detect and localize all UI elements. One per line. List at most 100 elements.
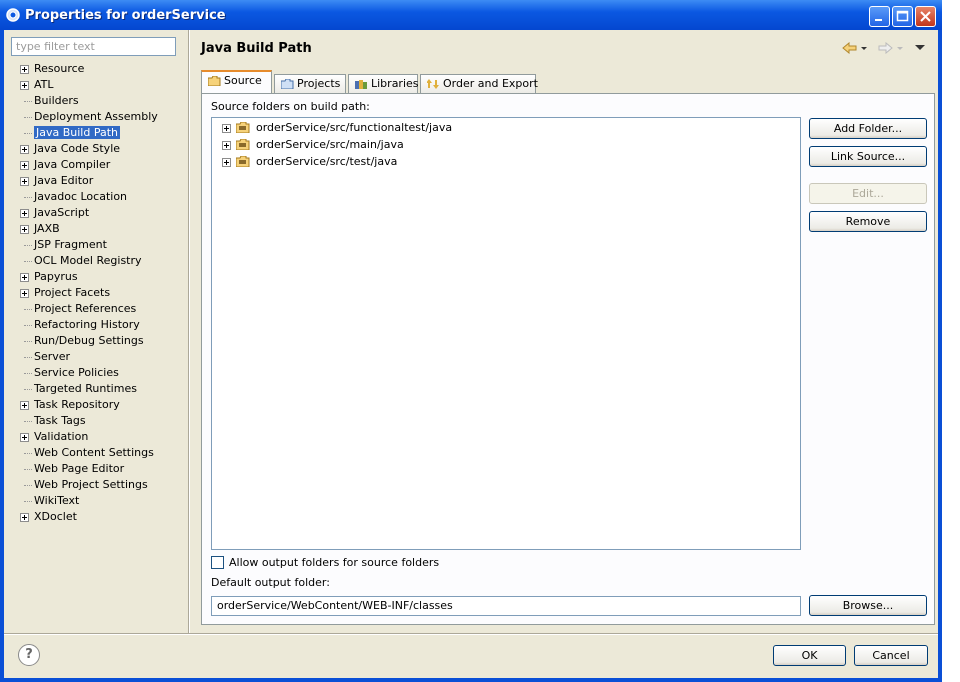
tree-item-label: Web Project Settings	[34, 478, 148, 491]
tree-item-java-build-path[interactable]: Java Build Path	[10, 125, 188, 141]
tree-item-label: Project Facets	[34, 286, 111, 299]
tree-item-builders[interactable]: Builders	[10, 93, 188, 109]
tree-item-label: Validation	[34, 430, 89, 443]
tree-item-refactoring-history[interactable]: Refactoring History	[10, 317, 188, 333]
tree-item-java-editor[interactable]: Java Editor	[10, 173, 188, 189]
tree-item-atl[interactable]: ATL	[10, 77, 188, 93]
add-folder-button[interactable]: Add Folder...	[809, 118, 927, 139]
ok-button[interactable]: OK	[773, 645, 846, 666]
edit-button[interactable]: Edit...	[809, 183, 927, 204]
folder-icon	[208, 76, 221, 86]
expand-plus-icon[interactable]	[222, 124, 231, 133]
tree-item-label: Resource	[34, 62, 85, 75]
tree-connector-line	[24, 197, 32, 198]
close-icon	[920, 11, 931, 22]
tree-item-javadoc-location[interactable]: Javadoc Location	[10, 189, 188, 205]
tree-connector-line	[24, 261, 32, 262]
cancel-button[interactable]: Cancel	[854, 645, 928, 666]
tree-item-jsp-fragment[interactable]: JSP Fragment	[10, 237, 188, 253]
tree-item-label: Service Policies	[34, 366, 119, 379]
tree-item-label: Project References	[34, 302, 137, 315]
expand-plus-icon[interactable]	[20, 401, 29, 410]
expand-plus-icon[interactable]	[20, 177, 29, 186]
source-folder-path: orderService/src/functionaltest/java	[256, 121, 453, 134]
allow-output-folders-checkbox[interactable]	[211, 556, 224, 569]
expand-plus-icon[interactable]	[20, 145, 29, 154]
tree-item-task-tags[interactable]: Task Tags	[10, 413, 188, 429]
tab-order-and-export[interactable]: Order and Export	[420, 74, 538, 93]
tree-item-targeted-runtimes[interactable]: Targeted Runtimes	[10, 381, 188, 397]
expand-plus-icon[interactable]	[222, 158, 231, 167]
sash[interactable]	[188, 30, 190, 633]
close-button[interactable]	[915, 6, 936, 27]
tree-item-project-references[interactable]: Project References	[10, 301, 188, 317]
source-folder-row[interactable]: orderService/src/functionaltest/java	[218, 120, 452, 136]
tree-connector-line	[24, 309, 32, 310]
source-folder-icon	[236, 139, 250, 150]
source-tab-panel: Source folders on build path: orderServi…	[201, 93, 935, 625]
filter-input[interactable]: type filter text	[11, 37, 176, 56]
tree-item-xdoclet[interactable]: XDoclet	[10, 509, 188, 525]
forward-arrow-icon[interactable]	[878, 42, 908, 54]
tree-item-validation[interactable]: Validation	[10, 429, 188, 445]
tree-item-papyrus[interactable]: Papyrus	[10, 269, 188, 285]
expand-plus-icon[interactable]	[20, 289, 29, 298]
maximize-icon	[896, 10, 909, 22]
tree-item-java-code-style[interactable]: Java Code Style	[10, 141, 188, 157]
project-folder-icon	[281, 79, 294, 89]
tree-connector-line	[24, 501, 32, 502]
tree-item-project-facets[interactable]: Project Facets	[10, 285, 188, 301]
tree-item-jaxb[interactable]: JAXB	[10, 221, 188, 237]
expand-plus-icon[interactable]	[20, 225, 29, 234]
expand-plus-icon[interactable]	[20, 513, 29, 522]
source-folder-row[interactable]: orderService/src/main/java	[218, 137, 404, 153]
page-title: Java Build Path	[201, 41, 312, 56]
tree-item-web-content-settings[interactable]: Web Content Settings	[10, 445, 188, 461]
tree-item-run-debug-settings[interactable]: Run/Debug Settings	[10, 333, 188, 349]
link-source-button[interactable]: Link Source...	[809, 146, 927, 167]
source-folder-icon	[236, 156, 250, 167]
tab-source[interactable]: Source	[201, 70, 272, 94]
tree-item-label: Task Repository	[34, 398, 120, 411]
expand-plus-icon[interactable]	[20, 161, 29, 170]
expand-plus-icon[interactable]	[20, 65, 29, 74]
tree-item-deployment-assembly[interactable]: Deployment Assembly	[10, 109, 188, 125]
expand-plus-icon[interactable]	[222, 141, 231, 150]
tree-item-service-policies[interactable]: Service Policies	[10, 365, 188, 381]
tree-item-web-page-editor[interactable]: Web Page Editor	[10, 461, 188, 477]
browse-button[interactable]: Browse...	[809, 595, 927, 616]
expand-plus-icon[interactable]	[20, 433, 29, 442]
tree-item-label: Run/Debug Settings	[34, 334, 144, 347]
expand-plus-icon[interactable]	[20, 273, 29, 282]
tab-libraries[interactable]: Libraries	[348, 74, 419, 93]
property-page-tree: Resource ATL Builders Deployment Assembly Ja…	[10, 61, 188, 525]
source-folder-row[interactable]: orderService/src/test/java	[218, 154, 397, 170]
tree-connector-line	[24, 469, 32, 470]
tab-projects[interactable]: Projects	[274, 74, 346, 93]
tree-connector-line	[24, 421, 32, 422]
minimize-button[interactable]	[869, 6, 890, 27]
tree-item-java-compiler[interactable]: Java Compiler	[10, 157, 188, 173]
minimize-icon	[875, 19, 882, 21]
remove-button[interactable]: Remove	[809, 211, 927, 232]
allow-output-folders-label: Allow output folders for source folders	[229, 556, 440, 569]
tree-item-javascript[interactable]: JavaScript	[10, 205, 188, 221]
tree-item-web-project-settings[interactable]: Web Project Settings	[10, 477, 188, 493]
expand-plus-icon[interactable]	[20, 209, 29, 218]
view-menu-icon[interactable]	[914, 42, 926, 54]
help-icon[interactable]: ?	[18, 644, 40, 666]
maximize-button[interactable]	[892, 6, 913, 27]
source-folders-list[interactable]: orderService/src/functionaltest/java orde…	[211, 117, 801, 550]
tree-item-label: JSP Fragment	[34, 238, 107, 251]
title-bar[interactable]: Properties for orderService	[0, 0, 942, 30]
tree-connector-line	[24, 389, 32, 390]
tree-item-ocl-model-registry[interactable]: OCL Model Registry	[10, 253, 188, 269]
tree-item-label: Targeted Runtimes	[34, 382, 137, 395]
default-output-folder-field[interactable]: orderService/WebContent/WEB-INF/classes	[211, 596, 801, 616]
expand-plus-icon[interactable]	[20, 81, 29, 90]
tree-item-resource[interactable]: Resource	[10, 61, 188, 77]
tree-item-task-repository[interactable]: Task Repository	[10, 397, 188, 413]
back-arrow-icon[interactable]	[842, 42, 872, 54]
tree-item-wikitext[interactable]: WikiText	[10, 493, 188, 509]
tree-item-server[interactable]: Server	[10, 349, 188, 365]
